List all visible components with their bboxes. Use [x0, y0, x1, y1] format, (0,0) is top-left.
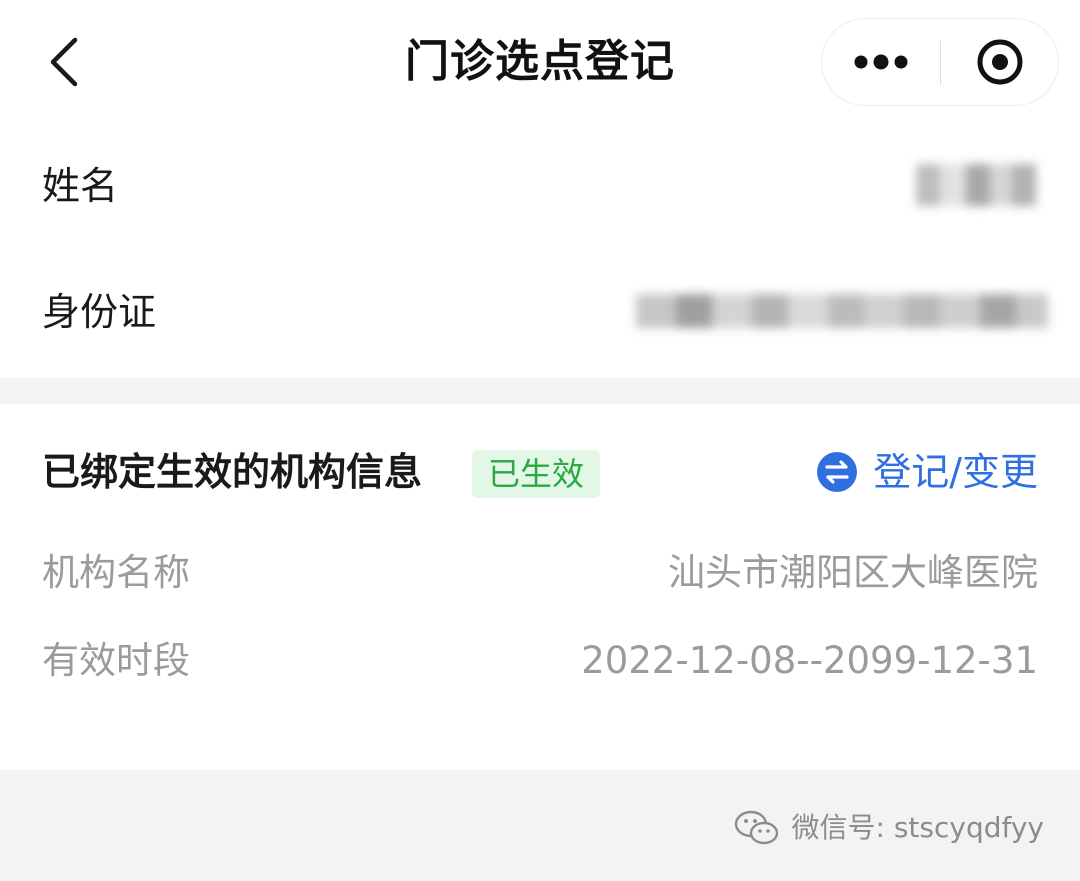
- watermark-text: 微信号: stscyqdfyy: [791, 811, 1044, 844]
- section-divider: [0, 378, 1080, 404]
- name-value-redacted: [916, 164, 1036, 206]
- wechat-watermark: 微信号: stscyqdfyy: [733, 808, 1044, 848]
- id-value-redacted: [636, 294, 1048, 328]
- more-dots-icon: [854, 54, 908, 70]
- name-label: 姓名: [42, 164, 119, 208]
- id-row: 身份证: [0, 252, 1080, 372]
- name-row: 姓名: [0, 124, 1080, 244]
- register-change-button[interactable]: 登记/变更: [817, 442, 1038, 502]
- org-name-label: 机构名称: [42, 551, 190, 594]
- miniprogram-capsule: [821, 18, 1059, 106]
- target-close-icon: [977, 39, 1023, 85]
- more-button[interactable]: [822, 19, 940, 105]
- valid-period-value: 2022-12-08--2099-12-31: [581, 639, 1038, 682]
- org-name-value: 汕头市潮阳区大峰医院: [668, 551, 1038, 594]
- status-badge: 已生效: [472, 450, 600, 498]
- section-title: 已绑定生效的机构信息: [42, 450, 423, 494]
- wechat-icon: [735, 810, 779, 845]
- valid-period-label: 有效时段: [42, 639, 190, 682]
- register-change-label: 登记/变更: [873, 450, 1038, 494]
- close-miniprogram-button[interactable]: [941, 19, 1059, 105]
- swap-arrows-icon: [817, 452, 858, 492]
- navigation-bar: 门诊选点登记: [0, 0, 1080, 124]
- id-label: 身份证: [42, 290, 157, 334]
- footer: 微信号: stscyqdfyy: [0, 770, 1080, 881]
